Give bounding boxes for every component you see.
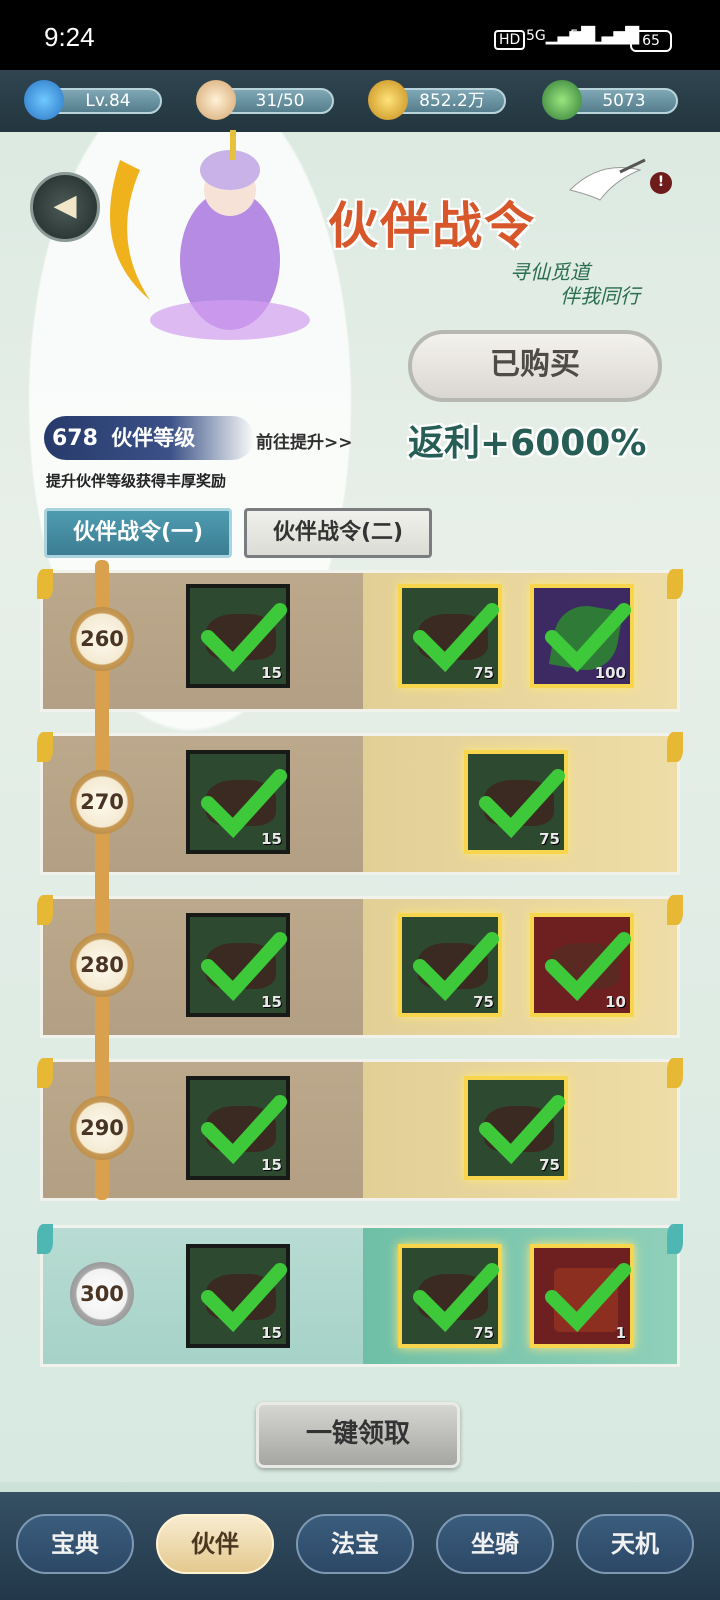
reward-count: 1 [615,1324,626,1342]
crane-icon [569,158,646,201]
level-marker: 270 [70,770,134,834]
player-level: Lv.84 [54,88,162,114]
battery-icon: 65 [630,30,672,52]
status-time: 9:24 [44,22,95,52]
reward-count: 75 [539,830,560,848]
nav-tab-partner[interactable]: 伙伴 [156,1514,274,1574]
bun-icon [196,80,236,120]
stamina-counter[interactable]: 31/50 [226,88,334,114]
reward-count: 15 [261,664,282,682]
reward-count: 15 [261,830,282,848]
reward-row [37,1058,683,1201]
reward-item-paid[interactable]: 75 [464,750,568,854]
reward-item-paid[interactable]: 100 [530,584,634,688]
nav-tab-baodian[interactable]: 宝典 [16,1514,134,1574]
coin-icon [368,80,408,120]
tab-battle-pass-2[interactable]: 伙伴战令(二) [244,508,432,558]
reward-item-paid[interactable]: 75 [398,913,502,1017]
leaf-icon [542,80,582,120]
level-marker: 260 [70,607,134,671]
goto-upgrade-link[interactable]: 前往提升>> [256,428,353,453]
reward-item-paid[interactable]: 75 [398,584,502,688]
leaf-counter[interactable]: 5073 [570,88,678,114]
reward-item-paid[interactable]: 10 [530,913,634,1017]
reward-item-paid[interactable]: 1 [530,1244,634,1348]
resource-bar: Lv.84 31/50 852.2万 5073 [0,70,720,132]
claim-all-button[interactable]: 一键领取 [256,1402,460,1468]
partner-character-image [110,130,310,340]
page-title: 伙伴战令 [328,196,536,255]
coin-counter[interactable]: 852.2万 [398,88,506,114]
reward-item-free[interactable]: 15 [186,1076,290,1180]
reward-item-paid[interactable]: 75 [464,1076,568,1180]
reward-count: 75 [473,993,494,1011]
nav-tab-tianji[interactable]: 天机 [576,1514,694,1574]
reward-count: 75 [539,1156,560,1174]
reward-count: 15 [261,993,282,1011]
reward-row [37,732,683,875]
network-5g-2: 5G▁▃▅▇ [570,24,639,45]
level-marker: 300 [70,1262,134,1326]
rebate-text: 返利+6000% [408,423,647,464]
level-hint: 提升伙伴等级获得丰厚奖励 [46,472,227,490]
partner-level-value: 678 [52,426,98,451]
subtitle-line-2: 伴我同行 [560,284,640,308]
reward-item-paid[interactable]: 75 [398,1244,502,1348]
reward-item-free[interactable]: 15 [186,584,290,688]
level-marker: 290 [70,1096,134,1160]
status-bar: 9:24 HD 5G▁▃▅▇ 5G▁▃▅▇ 65 [0,0,720,70]
nav-tab-mount[interactable]: 坐骑 [436,1514,554,1574]
reward-count: 15 [261,1156,282,1174]
reward-count: 75 [473,664,494,682]
reward-item-free[interactable]: 15 [186,750,290,854]
reward-count: 75 [473,1324,494,1342]
tab-battle-pass-1[interactable]: 伙伴战令(一) [44,508,232,558]
reward-count: 15 [261,1324,282,1342]
level-swirl-icon [24,80,64,120]
alert-icon[interactable]: ! [650,172,672,194]
partner-level-label: 伙伴等级 [111,426,196,450]
partner-level-badge: 678 伙伴等级 [44,416,254,460]
reward-count: 100 [594,664,626,682]
reward-count: 10 [605,993,626,1011]
purchased-button[interactable]: 已购买 [408,330,662,402]
hd-indicator: HD [494,30,526,50]
reward-item-free[interactable]: 15 [186,913,290,1017]
nav-tab-fabao[interactable]: 法宝 [296,1514,414,1574]
bottom-nav: 宝典 伙伴 法宝 坐骑 天机 [0,1492,720,1600]
reward-item-free[interactable]: 15 [186,1244,290,1348]
level-marker: 280 [70,933,134,997]
